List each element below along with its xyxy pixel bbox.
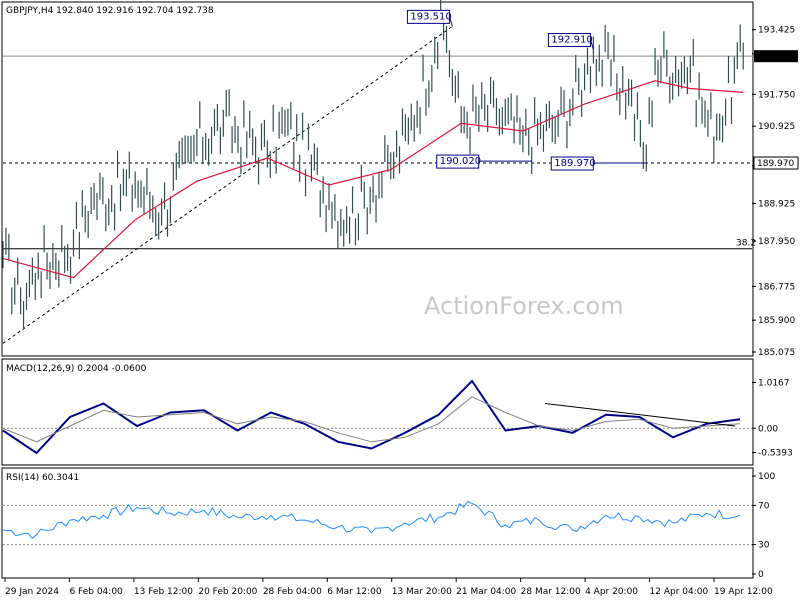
watermark: ActionForex.com (424, 292, 624, 320)
time-tick-label: 4 Apr 20:00 (585, 587, 638, 597)
price-panel-title: GBPJPY,H4 192.840 192.916 192.704 192.73… (6, 6, 214, 16)
level-price-label: 189.970 (757, 159, 794, 169)
fib-label: 38.2 (736, 239, 756, 249)
chart-canvas: GBPJPY,H4 192.840 192.916 192.704 192.73… (0, 0, 800, 600)
rsi-tick-label: 70 (758, 501, 770, 511)
price-tick-label: 193.425 (758, 26, 795, 36)
time-tick-label: 19 Apr 12:00 (714, 587, 773, 597)
rsi-tick-label: 100 (758, 472, 775, 482)
price-tick-label: 188.925 (758, 199, 795, 209)
price-annotation-label: 193.510 (410, 11, 451, 22)
price-tick-label: 191.750 (758, 90, 795, 100)
current-price-label: 192.738 (757, 52, 794, 62)
rsi-tick-label: 30 (758, 541, 770, 551)
rsi-tick-label: 0 (758, 570, 764, 580)
time-tick-label: 12 Apr 04:00 (650, 587, 709, 597)
time-tick-label: 21 Mar 04:00 (456, 587, 516, 597)
time-tick-label: 13 Mar 20:00 (392, 587, 452, 597)
price-tick-label: 190.925 (758, 122, 795, 132)
price-tick-label: 185.075 (758, 348, 795, 358)
price-tick-label: 185.900 (758, 316, 795, 326)
price-tick-label: 186.775 (758, 282, 795, 292)
time-tick-label: 29 Jan 2024 (5, 587, 59, 597)
time-tick-label: 28 Feb 04:00 (263, 587, 322, 597)
time-tick-label: 13 Feb 12:00 (134, 587, 193, 597)
macd-tick-label: 0.00 (758, 424, 778, 434)
price-tick-label: 187.950 (758, 237, 795, 247)
time-tick-label: 20 Feb 20:00 (198, 587, 257, 597)
macd-panel-title: MACD(12,26,9) 0.2004 -0.0600 (6, 364, 147, 374)
rsi-panel-title: RSI(14) 60.3041 (6, 473, 79, 483)
time-tick-label: 6 Mar 12:00 (327, 587, 382, 597)
macd-tick-label: 1.0167 (758, 378, 790, 388)
macd-tick-label: -0.5393 (758, 449, 793, 459)
price-annotation-label: 189.970 (554, 158, 595, 169)
time-tick-label: 28 Mar 12:00 (521, 587, 581, 597)
time-tick-label: 6 Feb 04:00 (69, 587, 123, 597)
price-annotation-label: 190.020 (440, 156, 481, 167)
price-annotation-label: 192.910 (551, 35, 592, 46)
